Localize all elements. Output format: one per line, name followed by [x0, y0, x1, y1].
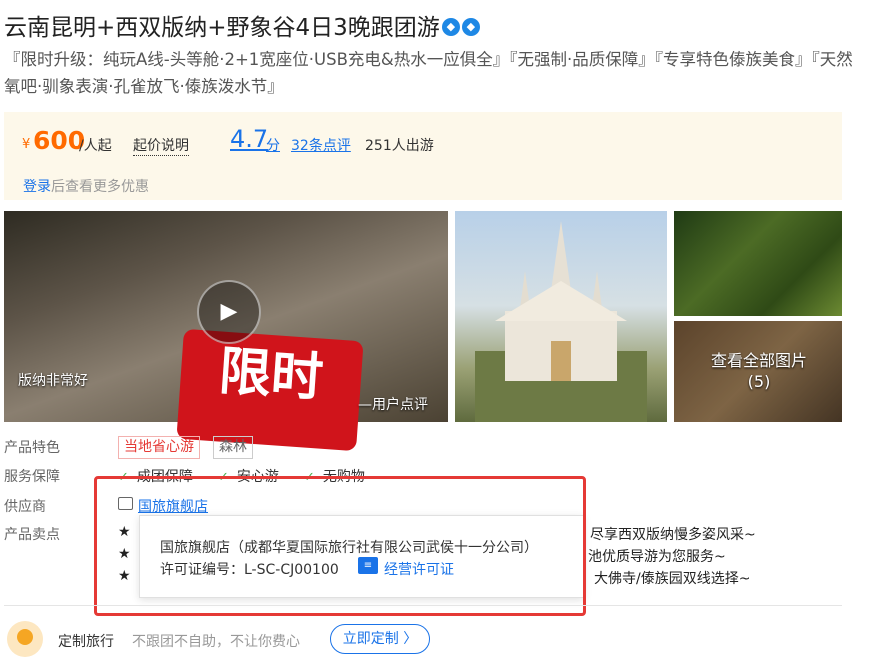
product-title: 云南昆明+西双版纳+野象谷4日3晚跟团游 ◆ ◆ — [4, 8, 480, 42]
title-text: 云南昆明+西双版纳+野象谷4日3晚跟团游 — [4, 15, 440, 41]
selling-point-text: 尽享西双版纳慢多姿风采~ — [590, 527, 756, 543]
reviews-link[interactable]: 32条点评 — [291, 135, 351, 155]
features-label: 产品特色 — [4, 440, 60, 456]
person-icon — [17, 629, 33, 645]
view-all-count: (5) — [747, 372, 771, 391]
forest-photo[interactable] — [674, 211, 842, 316]
product-subtitle: 『限时升级：纯玩A线-头等舱·2+1宽座位·USB充电&热水一应俱全』『无强制·… — [4, 50, 853, 96]
customize-button-label: 立即定制 — [342, 631, 399, 647]
rating-score[interactable]: 4.7 — [230, 125, 268, 153]
price-value: 600 — [33, 126, 86, 155]
chevron-right-icon: 〉 — [403, 631, 418, 647]
price-note-link[interactable]: 起价说明 — [133, 135, 189, 156]
price-unit: /人起 — [79, 138, 112, 154]
rating-unit[interactable]: 分 — [266, 135, 280, 155]
supplier-label: 供应商 — [4, 499, 46, 515]
login-hint: 登录后查看更多优惠 — [23, 176, 149, 196]
divider — [4, 605, 842, 606]
selling-point-text: ，大佛寺/傣族园双线选择~ — [580, 571, 751, 587]
custom-title: 定制旅行 — [58, 634, 114, 650]
main-image-attribution: —用户点评 — [358, 397, 428, 413]
temple-photo[interactable] — [455, 211, 667, 422]
service-label: 服务保障 — [4, 469, 60, 485]
currency-symbol: ¥ — [22, 137, 31, 152]
verified-diamond-icon: ◆ — [441, 17, 460, 36]
verified-diamond-icon: ◆ — [461, 17, 480, 36]
view-all-photos-button[interactable]: 查看全部图片 (5) — [700, 350, 818, 392]
login-suffix: 后查看更多优惠 — [51, 179, 149, 195]
play-icon[interactable]: ▶ — [197, 280, 261, 344]
selling-point-text: 池优质导游为您服务~ — [588, 549, 726, 565]
selling-points-label: 产品卖点 — [4, 527, 60, 543]
travelers-count: 251人出游 — [365, 138, 434, 154]
feature-tag: 当地省心游 — [118, 436, 200, 459]
promo-sign: 限时 — [176, 328, 364, 452]
login-link[interactable]: 登录 — [23, 179, 51, 195]
custom-desc: 不跟团不自助，不让你费心 — [132, 634, 300, 650]
main-image-caption: 版纳非常好 — [18, 373, 88, 389]
feature-tag: 森林 — [213, 436, 253, 459]
customize-button[interactable]: 立即定制 〉 — [330, 624, 430, 654]
temple-illustration — [475, 221, 647, 422]
highlight-box — [94, 476, 586, 616]
view-all-label: 查看全部图片 — [710, 351, 807, 370]
